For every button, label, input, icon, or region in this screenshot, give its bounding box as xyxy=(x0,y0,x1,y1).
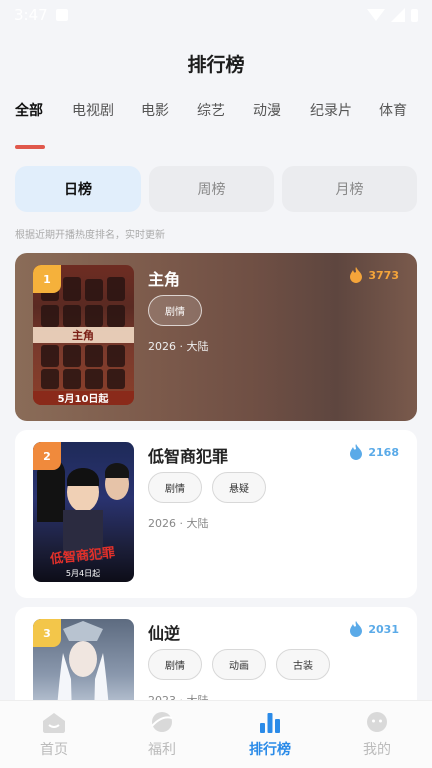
category-tabs: 全部 电视剧 电影 综艺 动漫 纪录片 体育 xyxy=(0,100,432,124)
ranking-hint: 根据近期开播热度排名，实时更新 xyxy=(15,230,165,241)
page-title: 排行榜 xyxy=(187,54,245,76)
tab-sports[interactable]: 体育 xyxy=(379,100,407,120)
poster-image: 低智商犯罪 5月4日起 2 xyxy=(33,442,134,582)
tab-daily[interactable]: 日榜 xyxy=(15,166,141,212)
rank-badge: 2 xyxy=(33,442,61,470)
home-icon xyxy=(43,713,65,733)
tab-documentary[interactable]: 纪录片 xyxy=(310,100,352,120)
bottom-tab-bar: 首页 福利 排行榜 我的 xyxy=(0,700,432,768)
notification-icon xyxy=(55,9,68,21)
tab-tv[interactable]: 电视剧 xyxy=(72,100,114,120)
poster-image: 主角 5月10日起 1 xyxy=(33,265,134,405)
heat-score: 3773 xyxy=(349,267,399,283)
tag-chip[interactable]: 剧情 xyxy=(148,295,202,326)
flame-icon xyxy=(350,267,363,283)
tag-chip[interactable]: 剧情 xyxy=(148,472,202,503)
tab-profile[interactable]: 我的 xyxy=(337,711,417,759)
tab-anime[interactable]: 动漫 xyxy=(253,100,281,120)
tab-label: 排行榜 xyxy=(249,742,291,758)
tab-ranking[interactable]: 排行榜 xyxy=(230,711,310,759)
poster-title-text: 主角 xyxy=(72,328,94,342)
item-title: 低智商犯罪 xyxy=(148,447,229,466)
heat-score: 2031 xyxy=(349,621,399,637)
tab-monthly[interactable]: 月榜 xyxy=(282,166,417,212)
tab-label: 首页 xyxy=(40,742,68,758)
rank-badge: 1 xyxy=(33,265,61,293)
wifi-icon xyxy=(367,9,385,21)
planet-icon xyxy=(151,712,173,732)
battery-icon xyxy=(411,8,418,22)
poster-date-text: 5月4日起 xyxy=(66,569,100,578)
flame-icon xyxy=(350,621,363,637)
tab-welfare[interactable]: 福利 xyxy=(122,711,202,759)
profile-icon xyxy=(367,712,387,732)
item-title: 主角 xyxy=(148,270,181,289)
item-title: 仙逆 xyxy=(148,624,181,643)
tab-label: 福利 xyxy=(148,742,176,758)
tag-list: 剧情 悬疑 xyxy=(148,472,266,503)
tag-list: 剧情 xyxy=(148,295,202,326)
tab-label: 我的 xyxy=(363,742,391,758)
item-meta: 2026 · 大陆 xyxy=(148,517,209,530)
poster-title-text: 低智商犯罪 xyxy=(48,545,115,568)
tab-weekly[interactable]: 周榜 xyxy=(149,166,274,212)
tag-chip[interactable]: 悬疑 xyxy=(212,472,266,503)
item-meta: 2026 · 大陆 xyxy=(148,340,209,353)
status-time: 3:47 xyxy=(14,6,48,24)
tab-all[interactable]: 全部 xyxy=(15,100,43,120)
ranking-card-2[interactable]: 低智商犯罪 5月4日起 2 低智商犯罪 2168 剧情 悬疑 2026 · 大陆 xyxy=(15,430,417,598)
tab-variety[interactable]: 综艺 xyxy=(197,100,225,120)
tab-movie[interactable]: 电影 xyxy=(141,100,169,120)
signal-icon xyxy=(391,8,405,22)
chart-bars-icon xyxy=(260,713,280,733)
flame-icon xyxy=(350,444,363,460)
tab-home[interactable]: 首页 xyxy=(14,711,94,759)
active-tab-underline xyxy=(15,145,45,149)
rank-badge: 3 xyxy=(33,619,61,647)
tag-chip[interactable]: 剧情 xyxy=(148,649,202,680)
heat-value: 3773 xyxy=(368,268,399,282)
tag-list: 剧情 动画 古装 xyxy=(148,649,330,680)
tag-chip[interactable]: 动画 xyxy=(212,649,266,680)
heat-value: 2168 xyxy=(368,445,399,459)
heat-score: 2168 xyxy=(349,444,399,460)
tag-chip[interactable]: 古装 xyxy=(276,649,330,680)
status-bar: 3:47 xyxy=(0,0,432,30)
heat-value: 2031 xyxy=(368,622,399,636)
ranking-card-1[interactable]: 主角 5月10日起 1 主角 3773 剧情 2026 · 大陆 xyxy=(15,253,417,421)
poster-date-text: 5月10日起 xyxy=(58,392,110,405)
